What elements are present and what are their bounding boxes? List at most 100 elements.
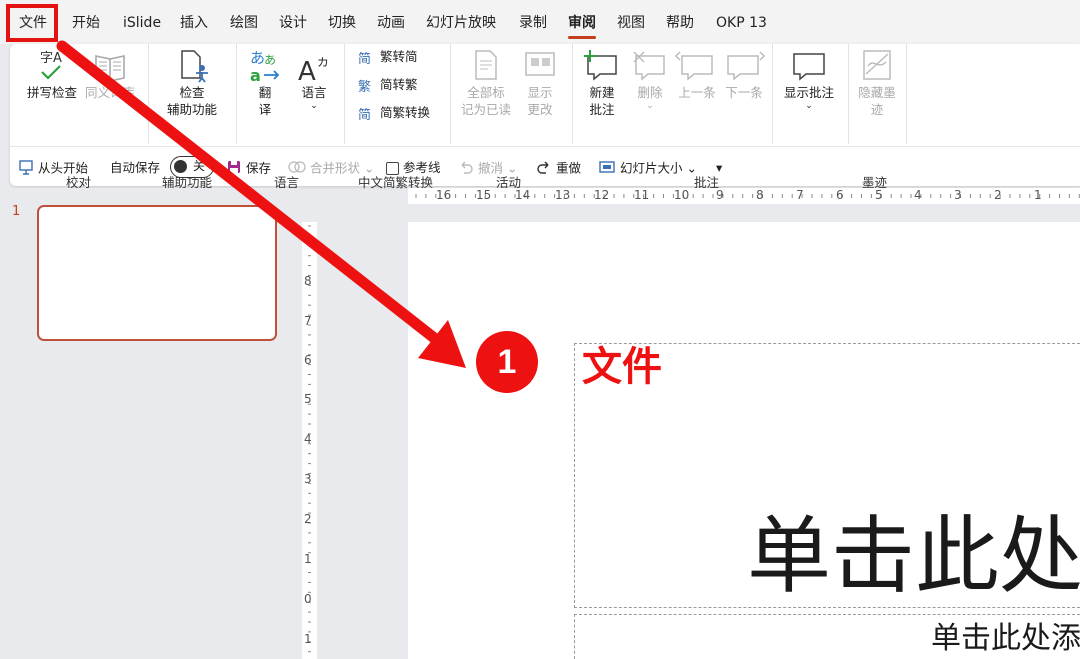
tab-design[interactable]: 设计 [279, 13, 307, 33]
horizontal-ruler: 16 15 14 13 12 11 10 9 8 7 6 5 4 3 2 1 [408, 188, 1080, 204]
ruler-number: 0 [304, 592, 312, 606]
subtitle-placeholder-text: 单击此处添 [931, 621, 1080, 656]
ruler-number: 1 [304, 552, 312, 566]
tab-record[interactable]: 录制 [519, 13, 547, 33]
show-changes-label-1: 显示 [527, 85, 553, 100]
translate-icon: ああa [244, 48, 286, 84]
check-label-2: 辅助功能 [166, 102, 217, 117]
slideshow-icon [18, 159, 34, 179]
tab-view[interactable]: 视图 [617, 13, 645, 33]
tab-okp[interactable]: OKP 13 [716, 13, 767, 33]
slide-thumbnail[interactable] [37, 205, 277, 341]
undo-icon [458, 159, 474, 179]
save-label: 保存 [245, 160, 271, 176]
tab-islide[interactable]: iSlide [123, 13, 161, 33]
svg-text:简: 简 [358, 51, 371, 67]
spell-check-button[interactable]: 字A 拼写检查 [24, 48, 80, 101]
chevron-down-icon: ⌄ [805, 101, 813, 111]
language-label: 语言 [301, 85, 327, 100]
ruler-number: 6 [304, 353, 312, 367]
group-separator [450, 44, 451, 144]
simp-to-trad-button[interactable]: 繁 简转繁 [356, 76, 436, 95]
customize-qat-button[interactable]: ▾ [716, 159, 722, 176]
conversion-button[interactable]: 简 简繁转换 [356, 104, 446, 123]
slide-size-button[interactable]: 幻灯片大小 ⌄ [598, 159, 697, 179]
merge-shapes-label: 合并形状 [309, 160, 360, 176]
delete-comment-icon [630, 48, 670, 84]
book-icon [82, 48, 138, 84]
tab-review[interactable]: 审阅 [568, 13, 596, 39]
tab-home[interactable]: 开始 [72, 13, 100, 33]
show-comments-icon [778, 48, 840, 84]
svg-text:简: 简 [358, 107, 371, 123]
new-comment-button[interactable]: 新建 批注 [580, 48, 624, 118]
ruler-number: 11 [634, 188, 650, 202]
ruler-number: 2 [994, 188, 1002, 202]
mark-all-read-label-2: 记为已读 [460, 102, 511, 117]
trad-to-simp-label: 繁转简 [379, 49, 418, 64]
from-start-button[interactable]: 从头开始 [18, 159, 88, 179]
check-accessibility-button[interactable]: 检查 辅助功能 [156, 48, 228, 118]
ruler-number: 13 [555, 188, 571, 202]
vertical-ruler: 8 7 6 5 4 3 2 1 0 1 [302, 222, 317, 659]
translate-label-2: 译 [258, 102, 272, 117]
group-separator [906, 44, 907, 144]
ruler-number: 5 [304, 392, 312, 406]
translate-button[interactable]: ああa 翻 译 [244, 48, 286, 118]
hide-ink-label-1: 隐藏墨 [858, 85, 896, 100]
svg-text:あ: あ [250, 49, 265, 67]
show-comments-button[interactable]: 显示批注 ⌄ [778, 48, 840, 111]
next-comment-button[interactable]: 下一条 [722, 48, 766, 101]
guides-checkbox[interactable]: 参考线 [386, 159, 441, 176]
delete-comment-button[interactable]: 删除 ⌄ [630, 48, 670, 111]
tab-help[interactable]: 帮助 [666, 13, 694, 33]
new-comment-label-2: 批注 [589, 102, 615, 117]
group-separator [344, 44, 345, 144]
ribbon: 字A 拼写检查 同义词库 校对 检查 辅助功能 辅助功能 ああa 翻 译 Aヵ … [10, 44, 1080, 190]
undo-button[interactable]: 撤消 ⌄ [458, 159, 517, 179]
ruler-number: 7 [304, 314, 312, 328]
guides-label: 参考线 [402, 160, 441, 175]
thesaurus-button[interactable]: 同义词库 [82, 48, 138, 101]
trad-to-simp-icon: 简 [356, 49, 376, 67]
tab-draw[interactable]: 绘图 [230, 13, 258, 33]
translate-label-1: 翻 [258, 85, 272, 100]
tab-transitions[interactable]: 切换 [328, 13, 356, 33]
tab-insert[interactable]: 插入 [180, 13, 208, 33]
previous-comment-button[interactable]: 上一条 [674, 48, 720, 101]
autosave-toggle[interactable]: 关 [170, 156, 214, 178]
ruler-number: 7 [796, 188, 804, 202]
slide-size-icon [598, 159, 616, 179]
chevron-down-icon: ⌄ [686, 160, 697, 176]
ruler-number: 3 [954, 188, 962, 202]
step-number-badge: 1 [476, 331, 538, 393]
language-button[interactable]: Aヵ 语言 ⌄ [292, 48, 336, 111]
tab-animations[interactable]: 动画 [377, 13, 405, 33]
ruler-number: 8 [756, 188, 764, 202]
group-separator [572, 44, 573, 144]
chevron-down-icon: ⌄ [506, 160, 518, 176]
slide-size-label: 幻灯片大小 [619, 160, 683, 176]
ruler-number: 3 [304, 472, 312, 486]
ruler-number: 12 [594, 188, 610, 202]
tab-slideshow[interactable]: 幻灯片放映 [426, 13, 496, 33]
group-separator [148, 44, 149, 144]
hide-ink-label-2: 迹 [870, 102, 884, 117]
redo-button[interactable]: 重做 [536, 159, 581, 179]
merge-shapes-button[interactable]: 合并形状 ⌄ [288, 159, 374, 179]
save-icon [226, 159, 242, 179]
trad-to-simp-button[interactable]: 简 繁转简 [356, 48, 436, 67]
hide-ink-button[interactable]: 隐藏墨 迹 [854, 48, 900, 118]
show-changes-button[interactable]: 显示 更改 [516, 48, 564, 118]
annotation-label: 文件 [582, 344, 662, 390]
qat-divider [10, 146, 1080, 147]
subtitle-placeholder[interactable]: 单击此处添 [574, 614, 1080, 659]
svg-text:繁: 繁 [358, 79, 371, 95]
ink-icon [854, 48, 900, 84]
save-button[interactable]: 保存 [226, 159, 271, 179]
file-tab-highlight-box [6, 4, 58, 42]
mark-all-read-button[interactable]: 全部标 记为已读 [458, 48, 514, 118]
undo-label: 撤消 [477, 160, 503, 176]
chevron-down-icon: ⌄ [646, 101, 654, 111]
previous-label: 上一条 [678, 85, 716, 100]
